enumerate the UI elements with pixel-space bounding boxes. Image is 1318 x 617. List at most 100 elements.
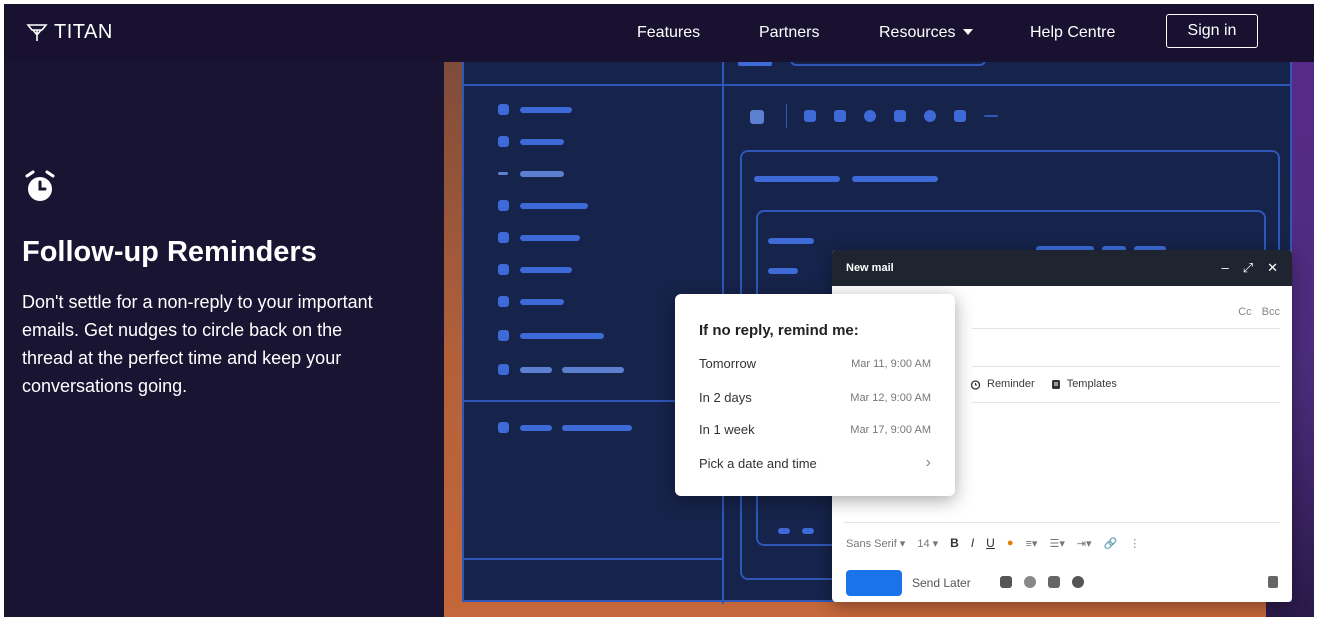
nav-features[interactable]: Features — [637, 24, 700, 42]
reminder-option[interactable]: In 1 week Mar 17, 9:00 AM — [699, 422, 931, 437]
toolbar-icon — [894, 110, 906, 122]
reminder-option-time: Mar 17, 9:00 AM — [850, 423, 931, 436]
sidebar-bar — [520, 267, 572, 273]
trash-icon[interactable] — [1268, 576, 1278, 588]
reply-all-icon — [802, 528, 814, 534]
toolbar-icon — [954, 110, 966, 122]
sidebar-bar — [562, 367, 624, 373]
reminder-option-label: In 2 days — [699, 390, 752, 405]
toolbar-icon — [804, 110, 816, 122]
align-icon[interactable]: ≡▾ — [1026, 537, 1038, 550]
sidebar-bar — [520, 333, 604, 339]
field-divider — [972, 402, 1280, 403]
attach-icon[interactable] — [1024, 576, 1036, 588]
bold-icon[interactable]: B — [950, 536, 959, 550]
sidebar-icon — [498, 200, 509, 211]
page: TITAN Features Partners Resources Help C… — [4, 4, 1314, 617]
sidebar-bar — [520, 235, 580, 241]
text-color-icon[interactable]: ● — [1007, 537, 1014, 549]
font-select[interactable]: Sans Serif ▾ — [846, 537, 905, 550]
reminder-label: Reminder — [987, 378, 1035, 390]
insert-image-icon[interactable] — [1048, 576, 1060, 588]
reply-icon — [778, 528, 790, 534]
alarm-clock-icon — [970, 379, 981, 390]
brand-name: TITAN — [54, 21, 113, 43]
reminder-option[interactable]: Tomorrow Mar 11, 9:00 AM — [699, 356, 931, 371]
cc-link[interactable]: Cc — [1238, 306, 1251, 318]
formatting-toolbar: Sans Serif ▾ 14 ▾ B I U ● ≡▾ ☰▾ ⇥▾ 🔗 ⋮ — [846, 536, 1140, 550]
nav-partners[interactable]: Partners — [759, 24, 819, 42]
sidebar-bar — [520, 299, 564, 305]
sidebar-divider — [464, 558, 722, 560]
nav-help-centre[interactable]: Help Centre — [1030, 24, 1115, 42]
pick-date-time-label: Pick a date and time — [699, 455, 817, 471]
compose-window-controls: – ⤢ ✕ — [1221, 260, 1278, 276]
message-bar — [768, 268, 798, 274]
font-select-value: Sans Serif — [846, 537, 897, 550]
italic-icon[interactable]: I — [971, 536, 974, 550]
sidebar-icon — [498, 296, 509, 307]
font-size-select[interactable]: 14 ▾ — [917, 537, 938, 550]
thread-bar — [754, 176, 840, 182]
font-size-value: 14 — [917, 537, 930, 550]
format-text-icon[interactable] — [1000, 576, 1012, 588]
cc-bcc-links: Cc Bcc — [1238, 306, 1280, 318]
nav-resources-label: Resources — [879, 24, 956, 41]
minimize-icon[interactable]: – — [1221, 260, 1228, 276]
reminder-option-time: Mar 11, 9:00 AM — [851, 357, 931, 370]
reminder-option[interactable]: In 2 days Mar 12, 9:00 AM — [699, 390, 931, 405]
send-button[interactable] — [846, 570, 902, 596]
indent-icon[interactable]: ⇥▾ — [1077, 537, 1092, 550]
send-later-button[interactable]: Send Later — [912, 576, 971, 590]
chevron-down-icon — [963, 29, 974, 35]
sidebar-bar — [520, 139, 564, 145]
thread-bar — [852, 176, 938, 182]
emoji-icon[interactable] — [1072, 576, 1084, 588]
more-options-icon[interactable]: ⋮ — [1129, 537, 1140, 550]
sidebar-icon — [498, 422, 509, 433]
link-icon[interactable]: 🔗 — [1104, 537, 1118, 550]
pick-date-time-option[interactable]: Pick a date and time › — [699, 454, 931, 472]
bcc-link[interactable]: Bcc — [1262, 306, 1280, 318]
toolbar-icon — [864, 110, 876, 122]
underline-icon[interactable]: U — [986, 536, 995, 550]
toolbar-icon — [924, 110, 936, 122]
sidebar-icon — [498, 264, 509, 275]
compose-header: New mail – ⤢ ✕ — [832, 250, 1292, 286]
reminder-option-label: Tomorrow — [699, 356, 757, 371]
top-nav: TITAN Features Partners Resources Help C… — [4, 4, 1314, 62]
close-icon[interactable]: ✕ — [1267, 260, 1278, 276]
sidebar-bar — [520, 367, 552, 373]
compose-tools: Reminder Templates — [970, 378, 1117, 390]
reminder-option-label: In 1 week — [699, 422, 755, 437]
templates-label: Templates — [1066, 378, 1117, 390]
reminder-button[interactable]: Reminder — [970, 378, 1035, 390]
feature-title: Follow-up Reminders — [22, 236, 317, 268]
chevron-right-icon: › — [925, 454, 931, 471]
sidebar-bar — [520, 107, 572, 113]
feature-description: Don't settle for a non-reply to your imp… — [22, 292, 373, 396]
compose-bottom-icons — [1000, 576, 1084, 588]
reminder-popup: If no reply, remind me: Tomorrow Mar 11,… — [675, 294, 955, 496]
brand-logo[interactable]: TITAN — [26, 21, 113, 44]
toolbar-icon — [750, 110, 764, 124]
document-icon — [1051, 379, 1060, 389]
expand-icon[interactable]: ⤢ — [1243, 260, 1253, 276]
sign-in-button[interactable]: Sign in — [1166, 14, 1258, 48]
sidebar-icon — [498, 330, 509, 341]
bulleted-list-icon[interactable]: ☰▾ — [1049, 537, 1064, 550]
field-divider — [972, 366, 1280, 367]
titan-logo-icon — [26, 23, 48, 41]
sidebar-bar — [562, 425, 632, 431]
compose-title: New mail — [846, 262, 894, 274]
sidebar-bar — [520, 171, 564, 177]
nav-resources[interactable]: Resources — [879, 24, 974, 42]
sidebar-icon — [498, 232, 509, 243]
reminder-option-time: Mar 12, 9:00 AM — [850, 391, 931, 404]
mockup-divider — [464, 84, 1290, 86]
templates-button[interactable]: Templates — [1051, 378, 1117, 390]
sidebar-bar — [520, 425, 552, 431]
field-divider — [844, 522, 1280, 523]
reminder-popup-title: If no reply, remind me: — [699, 322, 859, 339]
sidebar-icon — [498, 104, 509, 115]
